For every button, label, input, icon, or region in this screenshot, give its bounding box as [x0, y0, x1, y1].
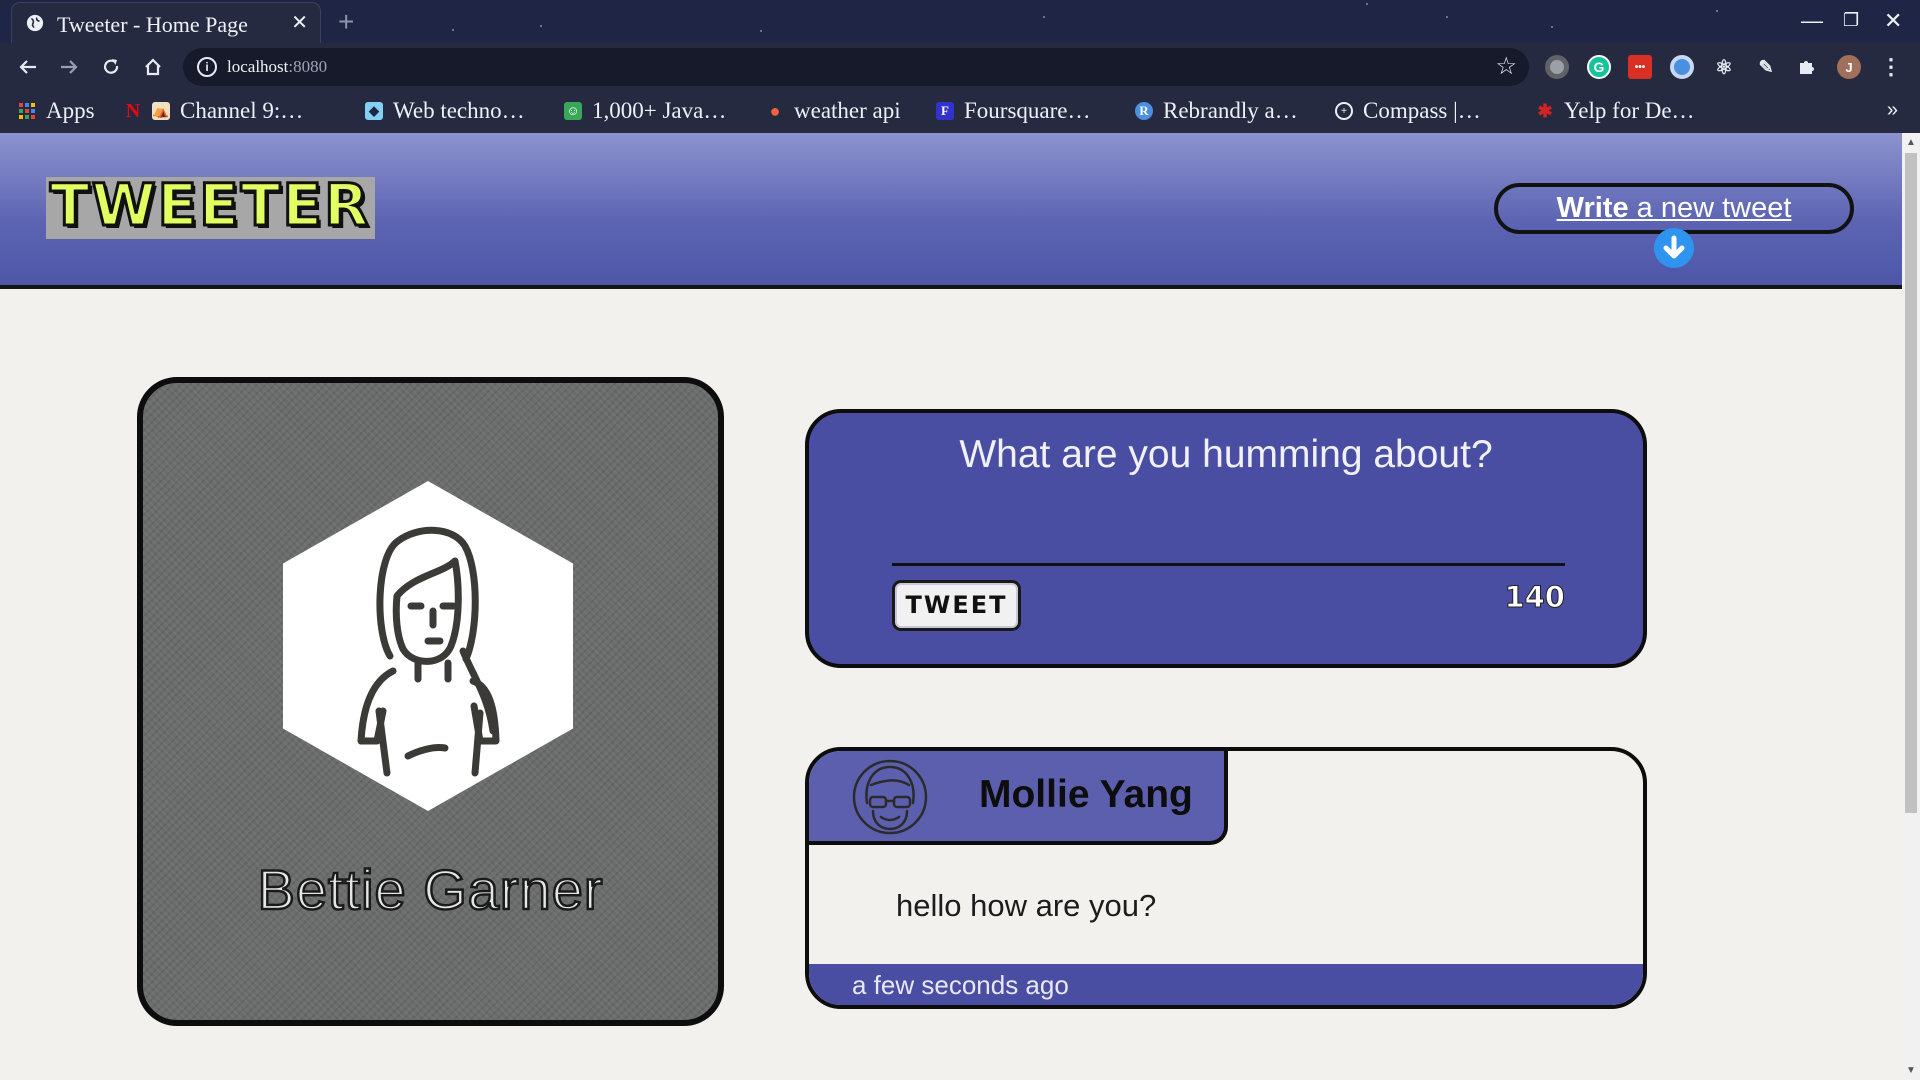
bookmark-rebrandly[interactable]: R Rebrandly a…: [1135, 95, 1298, 127]
tweet-author-name: Mollie Yang: [979, 773, 1193, 816]
extension-record-icon[interactable]: [1545, 55, 1569, 79]
tweet-submit-button[interactable]: TWEET: [892, 580, 1021, 631]
scroll-down-icon[interactable]: ▼: [1906, 1065, 1916, 1076]
bookmarks-overflow-icon[interactable]: »: [1887, 99, 1898, 122]
character-counter: 140: [1504, 580, 1566, 615]
extension-bird-icon[interactable]: ✎: [1754, 55, 1778, 79]
site-info-icon[interactable]: i: [197, 57, 217, 77]
tab-close-icon[interactable]: ✕: [291, 10, 308, 35]
browser-toolbar: i localhost:8080 ☆ G ••• ⚛ ✎ J ⋮: [0, 43, 1920, 91]
reload-button[interactable]: [98, 54, 124, 80]
react-devtools-icon[interactable]: ⚛: [1712, 55, 1736, 79]
netflix-icon: N: [125, 99, 141, 122]
down-arrow-icon[interactable]: [1654, 228, 1694, 268]
bookmark-java[interactable]: ☺ 1,000+ Java…: [564, 95, 726, 127]
minimize-button[interactable]: —: [1801, 8, 1823, 34]
tweet-timestamp: a few seconds ago: [852, 970, 1069, 1000]
extension-red-icon[interactable]: •••: [1628, 55, 1652, 79]
profile-name: Bettie Garner: [256, 857, 604, 923]
rebrandly-icon: R: [1135, 102, 1153, 120]
bookmarks-bar: Apps N ⛺ Channel 9:… ◆ Web techno… ☺ 1,0…: [0, 91, 1920, 133]
write-new-tweet-button[interactable]: Write a new tweet: [1494, 183, 1854, 234]
browser-tabstrip: Tweeter - Home Page ✕ + — ❐ ✕: [0, 0, 1920, 43]
home-icon: [145, 58, 161, 76]
compose-prompt[interactable]: What are you humming about?: [809, 433, 1643, 477]
compose-tweet-form: What are you humming about? TWEET 140: [805, 409, 1647, 668]
close-window-button[interactable]: ✕: [1884, 8, 1902, 34]
tweet-text: hello how are you?: [896, 888, 1157, 923]
bookmark-web-technologies[interactable]: ◆ Web techno…: [365, 95, 525, 127]
reload-icon: [103, 59, 119, 74]
home-button[interactable]: [140, 54, 166, 80]
tweet-footer: a few seconds ago: [809, 964, 1643, 1005]
browser-tab[interactable]: Tweeter - Home Page ✕: [11, 2, 321, 43]
scroll-up-icon[interactable]: ▲: [1906, 137, 1916, 148]
site-header: TWEETER Write a new tweet: [0, 133, 1902, 289]
foursquare-icon: F: [936, 102, 954, 120]
forward-arrow-icon: [61, 60, 78, 74]
globe-icon: [26, 14, 44, 32]
yelp-icon: ✱: [1537, 100, 1553, 121]
address-bar[interactable]: i localhost:8080 ☆: [183, 48, 1529, 86]
profile-avatar-frame: [283, 481, 573, 811]
scrollbar-thumb[interactable]: [1905, 153, 1917, 813]
tweet-header: Mollie Yang: [809, 751, 1228, 845]
bookmark-star-icon[interactable]: ☆: [1495, 52, 1517, 81]
bookmark-foursquare[interactable]: F Foursquare…: [936, 95, 1090, 127]
woman-glasses-avatar-icon: [852, 759, 928, 835]
grammarly-icon[interactable]: G: [1587, 55, 1611, 79]
new-tab-button[interactable]: +: [338, 6, 354, 38]
page-content: TWEETER Write a new tweet Bettie Garner …: [0, 133, 1902, 1080]
woman-avatar-icon: [357, 526, 500, 777]
browser-menu-icon[interactable]: ⋮: [1879, 54, 1903, 79]
bookmark-yelp[interactable]: ✱ Yelp for De…: [1536, 95, 1694, 127]
back-button[interactable]: [15, 54, 41, 80]
restore-button[interactable]: ❐: [1843, 10, 1859, 31]
channel9-icon: ⛺: [152, 102, 170, 120]
url-text: localhost:8080: [227, 57, 328, 76]
back-arrow-icon: [19, 60, 36, 74]
bookmark-weather-api[interactable]: ● weather api: [766, 95, 901, 127]
mdn-icon: ◆: [365, 102, 383, 120]
site-logo[interactable]: TWEETER: [46, 175, 375, 239]
compass-icon: +: [1335, 102, 1353, 120]
tab-title: Tweeter - Home Page: [57, 12, 248, 37]
bookmark-channel9[interactable]: N ⛺ Channel 9:…: [124, 95, 304, 127]
profile-card: Bettie Garner: [137, 377, 724, 1026]
extension-blue-icon[interactable]: [1670, 55, 1694, 79]
apps-grid-icon: [18, 102, 36, 120]
bookmark-compass[interactable]: + Compass |…: [1335, 95, 1481, 127]
tweet-article: Mollie Yang hello how are you? a few sec…: [805, 747, 1647, 1009]
profile-avatar[interactable]: J: [1837, 55, 1861, 79]
extensions-puzzle-icon[interactable]: [1795, 55, 1819, 79]
java-icon: ☺: [564, 102, 582, 120]
bookmark-apps[interactable]: Apps: [18, 95, 95, 127]
forward-button[interactable]: [56, 54, 82, 80]
compose-underline: [892, 563, 1565, 566]
page-scrollbar[interactable]: ▲ ▼: [1902, 133, 1920, 1080]
weather-icon: ●: [769, 100, 781, 121]
